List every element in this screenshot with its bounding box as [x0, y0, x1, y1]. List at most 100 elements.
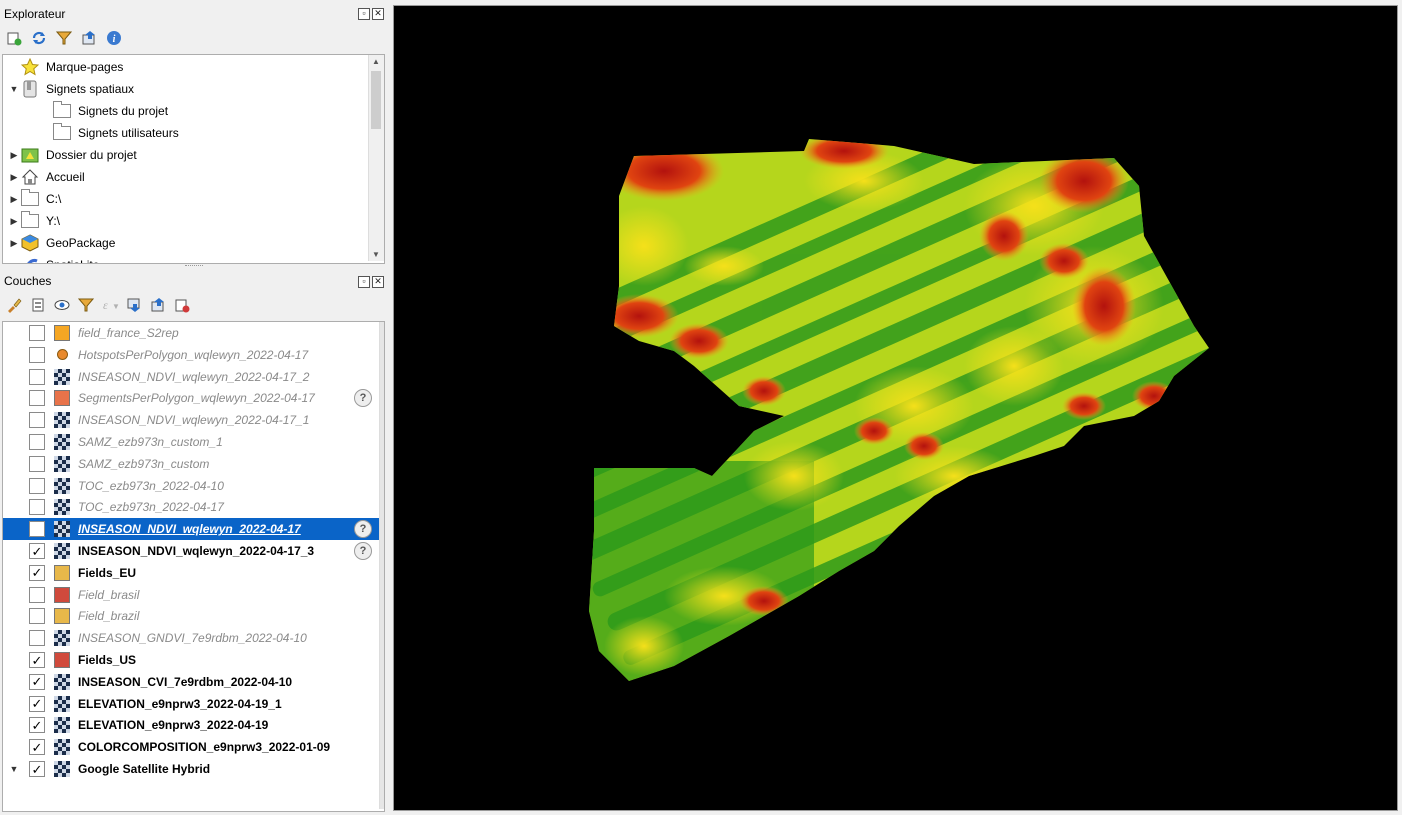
layer-visibility-checkbox[interactable]	[29, 412, 45, 429]
layer-visibility-checkbox[interactable]: ✓	[29, 652, 45, 668]
explorer-item[interactable]: ▶ Dossier du projet	[7, 144, 137, 166]
layer-visibility-checkbox[interactable]: ✓	[29, 739, 45, 756]
map-canvas[interactable]	[393, 5, 1398, 811]
collapse-icon[interactable]	[79, 28, 98, 47]
layer-visibility-checkbox[interactable]: ✓	[29, 761, 45, 777]
layer-row[interactable]: ✓ COLORCOMPOSITION_e9nprw3_2022-01-09	[3, 736, 380, 758]
explorer-item[interactable]: ▼ Signets spatiaux	[7, 78, 134, 100]
layer-name: HotspotsPerPolygon_wqlewyn_2022-04-17	[78, 347, 309, 362]
unknown-crs-badge[interactable]: ?	[354, 520, 372, 539]
layer-visibility-checkbox[interactable]	[29, 390, 45, 407]
explorer-item[interactable]: ▶ Y:\	[7, 210, 60, 232]
layer-visibility-checkbox[interactable]: ✓	[29, 717, 45, 734]
explorer-item[interactable]: ▶ C:\	[7, 188, 61, 210]
layer-row[interactable]: INSEASON_NDVI_wqlewyn_2022-04-17?	[3, 517, 381, 542]
svg-text:i: i	[112, 34, 115, 45]
layer-name: ELEVATION_e9nprw3_2022-04-19_1	[78, 696, 282, 711]
layers-scrollbar[interactable]	[379, 322, 384, 809]
layer-visibility-checkbox[interactable]	[29, 499, 45, 516]
layer-row[interactable]: ✓ INSEASON_CVI_7e9rdbm_2022-04-10	[3, 671, 380, 693]
layer-row[interactable]: ✓ ELEVATION_e9nprw3_2022-04-19	[3, 714, 380, 736]
layer-row[interactable]: ✓ INSEASON_NDVI_wqlewyn_2022-04-17_3?	[3, 540, 380, 562]
layer-row[interactable]: SAMZ_ezb973n_custom	[3, 453, 380, 475]
chevron-right-icon[interactable]: ▶	[7, 172, 21, 183]
layer-visibility-checkbox[interactable]: ✓	[29, 695, 45, 712]
layer-row[interactable]: Field_brasil	[3, 584, 380, 606]
filter-icon[interactable]	[76, 295, 95, 314]
layer-visibility-checkbox[interactable]	[29, 455, 45, 472]
layer-visibility-checkbox[interactable]: ✓	[29, 543, 45, 559]
layer-name: INSEASON_CVI_7e9rdbm_2022-04-10	[78, 674, 293, 689]
layers-tree[interactable]: field_france_S2rep HotspotsPerPolygon_wql…	[2, 321, 385, 812]
add-group-icon[interactable]	[28, 295, 47, 314]
close-panel-button[interactable]: ✕	[372, 276, 384, 288]
layer-visibility-checkbox[interactable]	[29, 434, 45, 450]
add-layer-icon[interactable]	[4, 28, 23, 47]
layer-row[interactable]: HotspotsPerPolygon_wqlewyn_2022-04-17	[3, 344, 380, 366]
spatialite-icon	[21, 256, 39, 263]
layer-name: Fields_EU	[78, 565, 137, 580]
layers-toolbar: ε ▼	[4, 295, 191, 314]
layer-visibility-checkbox[interactable]: ✓	[29, 673, 45, 690]
layer-row[interactable]: field_france_S2rep	[3, 322, 380, 344]
layer-row[interactable]: Field_brazil	[3, 605, 380, 627]
explorer-item[interactable]: Signets du projet	[53, 100, 168, 122]
layer-visibility-checkbox[interactable]	[29, 630, 45, 647]
visibility-icon[interactable]	[52, 295, 71, 314]
chevron-down-icon[interactable]: ▼	[7, 84, 21, 94]
explorer-item-label: Marque-pages	[46, 60, 124, 74]
explorer-item[interactable]: ▶ Accueil	[7, 166, 85, 188]
filter-icon[interactable]	[54, 28, 73, 47]
chevron-down-icon[interactable]: ▼	[7, 764, 21, 774]
layer-name: SAMZ_ezb973n_custom	[78, 456, 210, 471]
unknown-crs-badge[interactable]: ?	[354, 389, 372, 408]
explorer-item[interactable]: SpatiaLite	[7, 254, 99, 263]
layer-row[interactable]: TOC_ezb973n_2022-04-10	[3, 475, 380, 497]
remove-layer-icon[interactable]	[172, 295, 191, 314]
chevron-right-icon[interactable]: ▶	[7, 238, 21, 249]
layer-row[interactable]: ✓ Fields_EU	[3, 562, 380, 584]
chevron-right-icon[interactable]: ▶	[7, 150, 21, 161]
close-panel-button[interactable]: ✕	[372, 8, 384, 20]
layer-row[interactable]: SegmentsPerPolygon_wqlewyn_2022-04-17?	[3, 387, 380, 409]
layer-row[interactable]: ▼ ✓ Google Satellite Hybrid	[3, 758, 380, 780]
layer-visibility-checkbox[interactable]	[29, 608, 45, 625]
folder-icon	[53, 101, 71, 120]
expand-icon[interactable]	[124, 295, 143, 314]
explorer-tree[interactable]: Marque-pages ▼ Signets spatiaux Signets du …	[2, 54, 385, 264]
chevron-right-icon[interactable]: ▶	[7, 194, 21, 205]
layer-visibility-checkbox[interactable]	[29, 586, 45, 603]
layer-name: TOC_ezb973n_2022-04-17	[78, 500, 224, 515]
style-icon[interactable]	[4, 295, 23, 314]
raster-layer-icon	[54, 521, 70, 538]
float-panel-button[interactable]: ▫	[358, 8, 370, 20]
explorer-item[interactable]: Marque-pages	[7, 56, 123, 78]
layer-row[interactable]: INSEASON_GNDVI_7e9rdbm_2022-04-10	[3, 627, 380, 649]
chevron-right-icon[interactable]: ▶	[7, 216, 21, 227]
layer-row[interactable]: INSEASON_NDVI_wqlewyn_2022-04-17_2	[3, 366, 380, 388]
layer-visibility-checkbox[interactable]	[29, 477, 45, 494]
layer-row[interactable]: ✓ ELEVATION_e9nprw3_2022-04-19_1	[3, 693, 380, 715]
layer-visibility-checkbox[interactable]	[29, 346, 45, 363]
explorer-item[interactable]: Signets utilisateurs	[53, 122, 179, 144]
unknown-crs-badge[interactable]: ?	[354, 542, 372, 560]
info-icon[interactable]: i	[104, 28, 123, 47]
layer-row[interactable]: TOC_ezb973n_2022-04-17	[3, 496, 380, 518]
raster-layer-icon	[54, 695, 70, 712]
layer-visibility-checkbox[interactable]: ✓	[29, 564, 45, 581]
collapse-icon[interactable]	[148, 295, 167, 314]
layer-row[interactable]: SAMZ_ezb973n_custom_1	[3, 431, 380, 453]
layer-row[interactable]: ✓ Fields_US	[3, 649, 380, 671]
layer-row[interactable]: INSEASON_NDVI_wqlewyn_2022-04-17_1	[3, 409, 380, 431]
explorer-item[interactable]: ▶ GeoPackage	[7, 232, 115, 254]
refresh-icon[interactable]	[29, 28, 48, 47]
layer-name: INSEASON_NDVI_wqlewyn_2022-04-17_1	[78, 413, 310, 428]
panel-splitter[interactable]	[185, 265, 203, 269]
float-panel-button[interactable]: ▫	[358, 276, 370, 288]
layer-name: TOC_ezb973n_2022-04-10	[78, 478, 224, 493]
layer-visibility-checkbox[interactable]	[29, 521, 45, 538]
explorer-scrollbar[interactable]: ▲ ▼	[368, 55, 384, 261]
layer-visibility-checkbox[interactable]	[29, 325, 45, 341]
explorer-scroll-thumb[interactable]	[371, 71, 381, 129]
layer-visibility-checkbox[interactable]	[29, 368, 45, 385]
